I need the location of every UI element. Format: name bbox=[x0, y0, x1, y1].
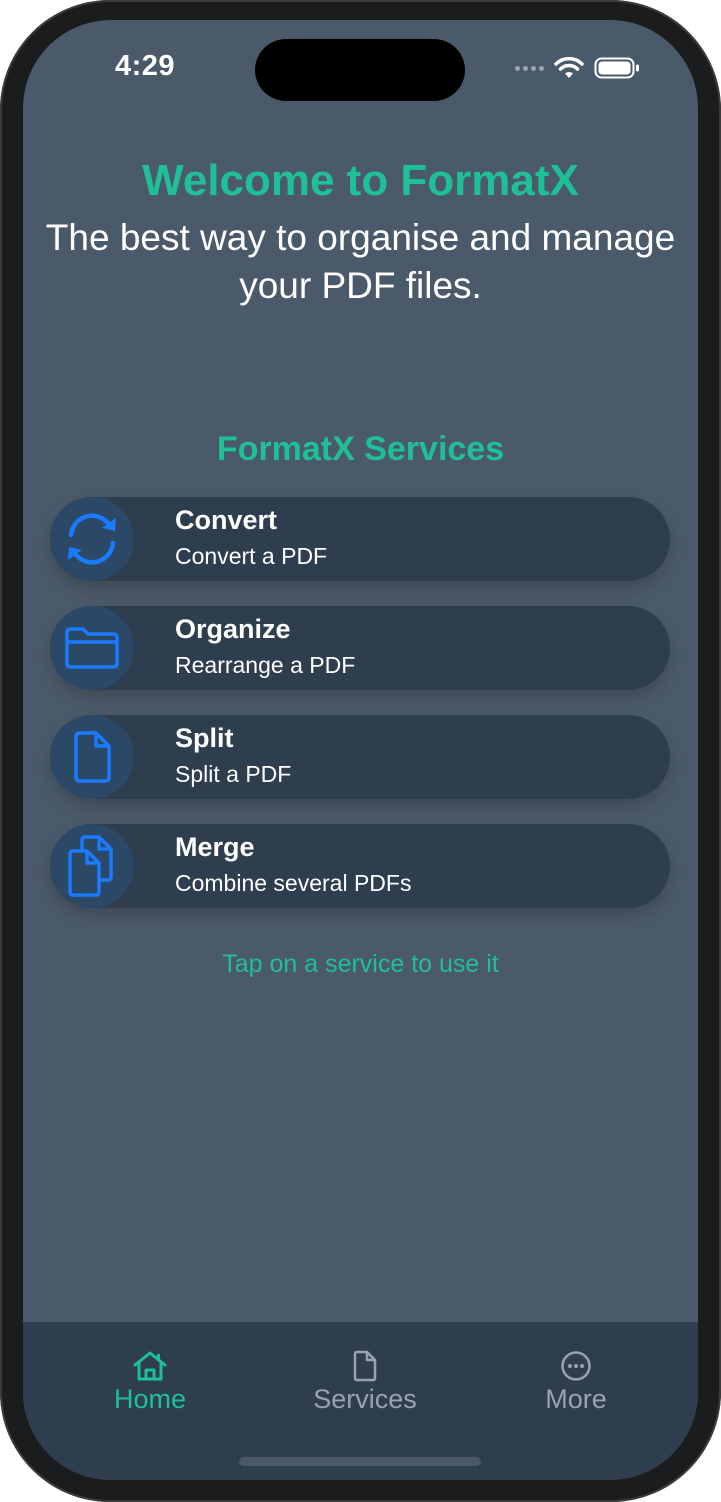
service-card-organize[interactable]: Organize Rearrange a PDF bbox=[50, 606, 670, 690]
home-indicator[interactable] bbox=[239, 1457, 481, 1466]
service-name: Convert bbox=[175, 505, 278, 535]
document-icon bbox=[353, 1350, 377, 1382]
service-description: Convert a PDF bbox=[175, 543, 328, 569]
phone-frame: 4:29 Welcome to FormatX The best way to … bbox=[0, 0, 721, 1502]
documents-icon bbox=[68, 835, 113, 897]
tab-label: More bbox=[545, 1384, 607, 1414]
tab-services[interactable]: Services bbox=[265, 1322, 465, 1415]
welcome-subtitle: The best way to organise and manage your… bbox=[45, 217, 676, 306]
battery-icon bbox=[594, 57, 639, 79]
service-card-merge[interactable]: Merge Combine several PDFs bbox=[50, 824, 670, 908]
service-description: Combine several PDFs bbox=[175, 870, 412, 896]
service-description: Rearrange a PDF bbox=[175, 652, 356, 678]
house-icon bbox=[133, 1351, 167, 1381]
status-time: 4:29 bbox=[115, 50, 176, 82]
cellular-signal-icon bbox=[515, 65, 544, 71]
folder-icon bbox=[65, 627, 119, 669]
split-icon-circle bbox=[50, 715, 134, 799]
ellipsis-circle-icon bbox=[561, 1351, 591, 1381]
service-name: Merge bbox=[175, 832, 255, 862]
service-card-convert[interactable]: Convert Convert a PDF bbox=[50, 497, 670, 581]
organize-icon-circle bbox=[50, 606, 134, 690]
services-hint: Tap on a service to use it bbox=[222, 950, 499, 978]
services-heading: FormatX Services bbox=[216, 430, 505, 468]
welcome-title: Welcome to FormatX bbox=[142, 156, 579, 205]
service-name: Organize bbox=[175, 614, 291, 644]
convert-icon-circle bbox=[50, 497, 134, 581]
service-card-split[interactable]: Split Split a PDF bbox=[50, 715, 670, 799]
app-screen: 4:29 Welcome to FormatX The best way to … bbox=[23, 20, 698, 1480]
service-description: Split a PDF bbox=[175, 761, 292, 787]
tab-label: Services bbox=[313, 1384, 417, 1414]
dynamic-island bbox=[255, 39, 465, 101]
wifi-icon bbox=[554, 56, 584, 78]
tab-more[interactable]: More bbox=[476, 1322, 676, 1415]
merge-icon-circle bbox=[50, 824, 134, 908]
tab-label: Home bbox=[113, 1384, 187, 1414]
tab-home[interactable]: Home bbox=[50, 1322, 250, 1415]
arrows-rotate-icon bbox=[68, 513, 116, 565]
document-icon bbox=[74, 731, 111, 783]
service-name: Split bbox=[175, 723, 234, 753]
status-icons bbox=[515, 56, 640, 80]
